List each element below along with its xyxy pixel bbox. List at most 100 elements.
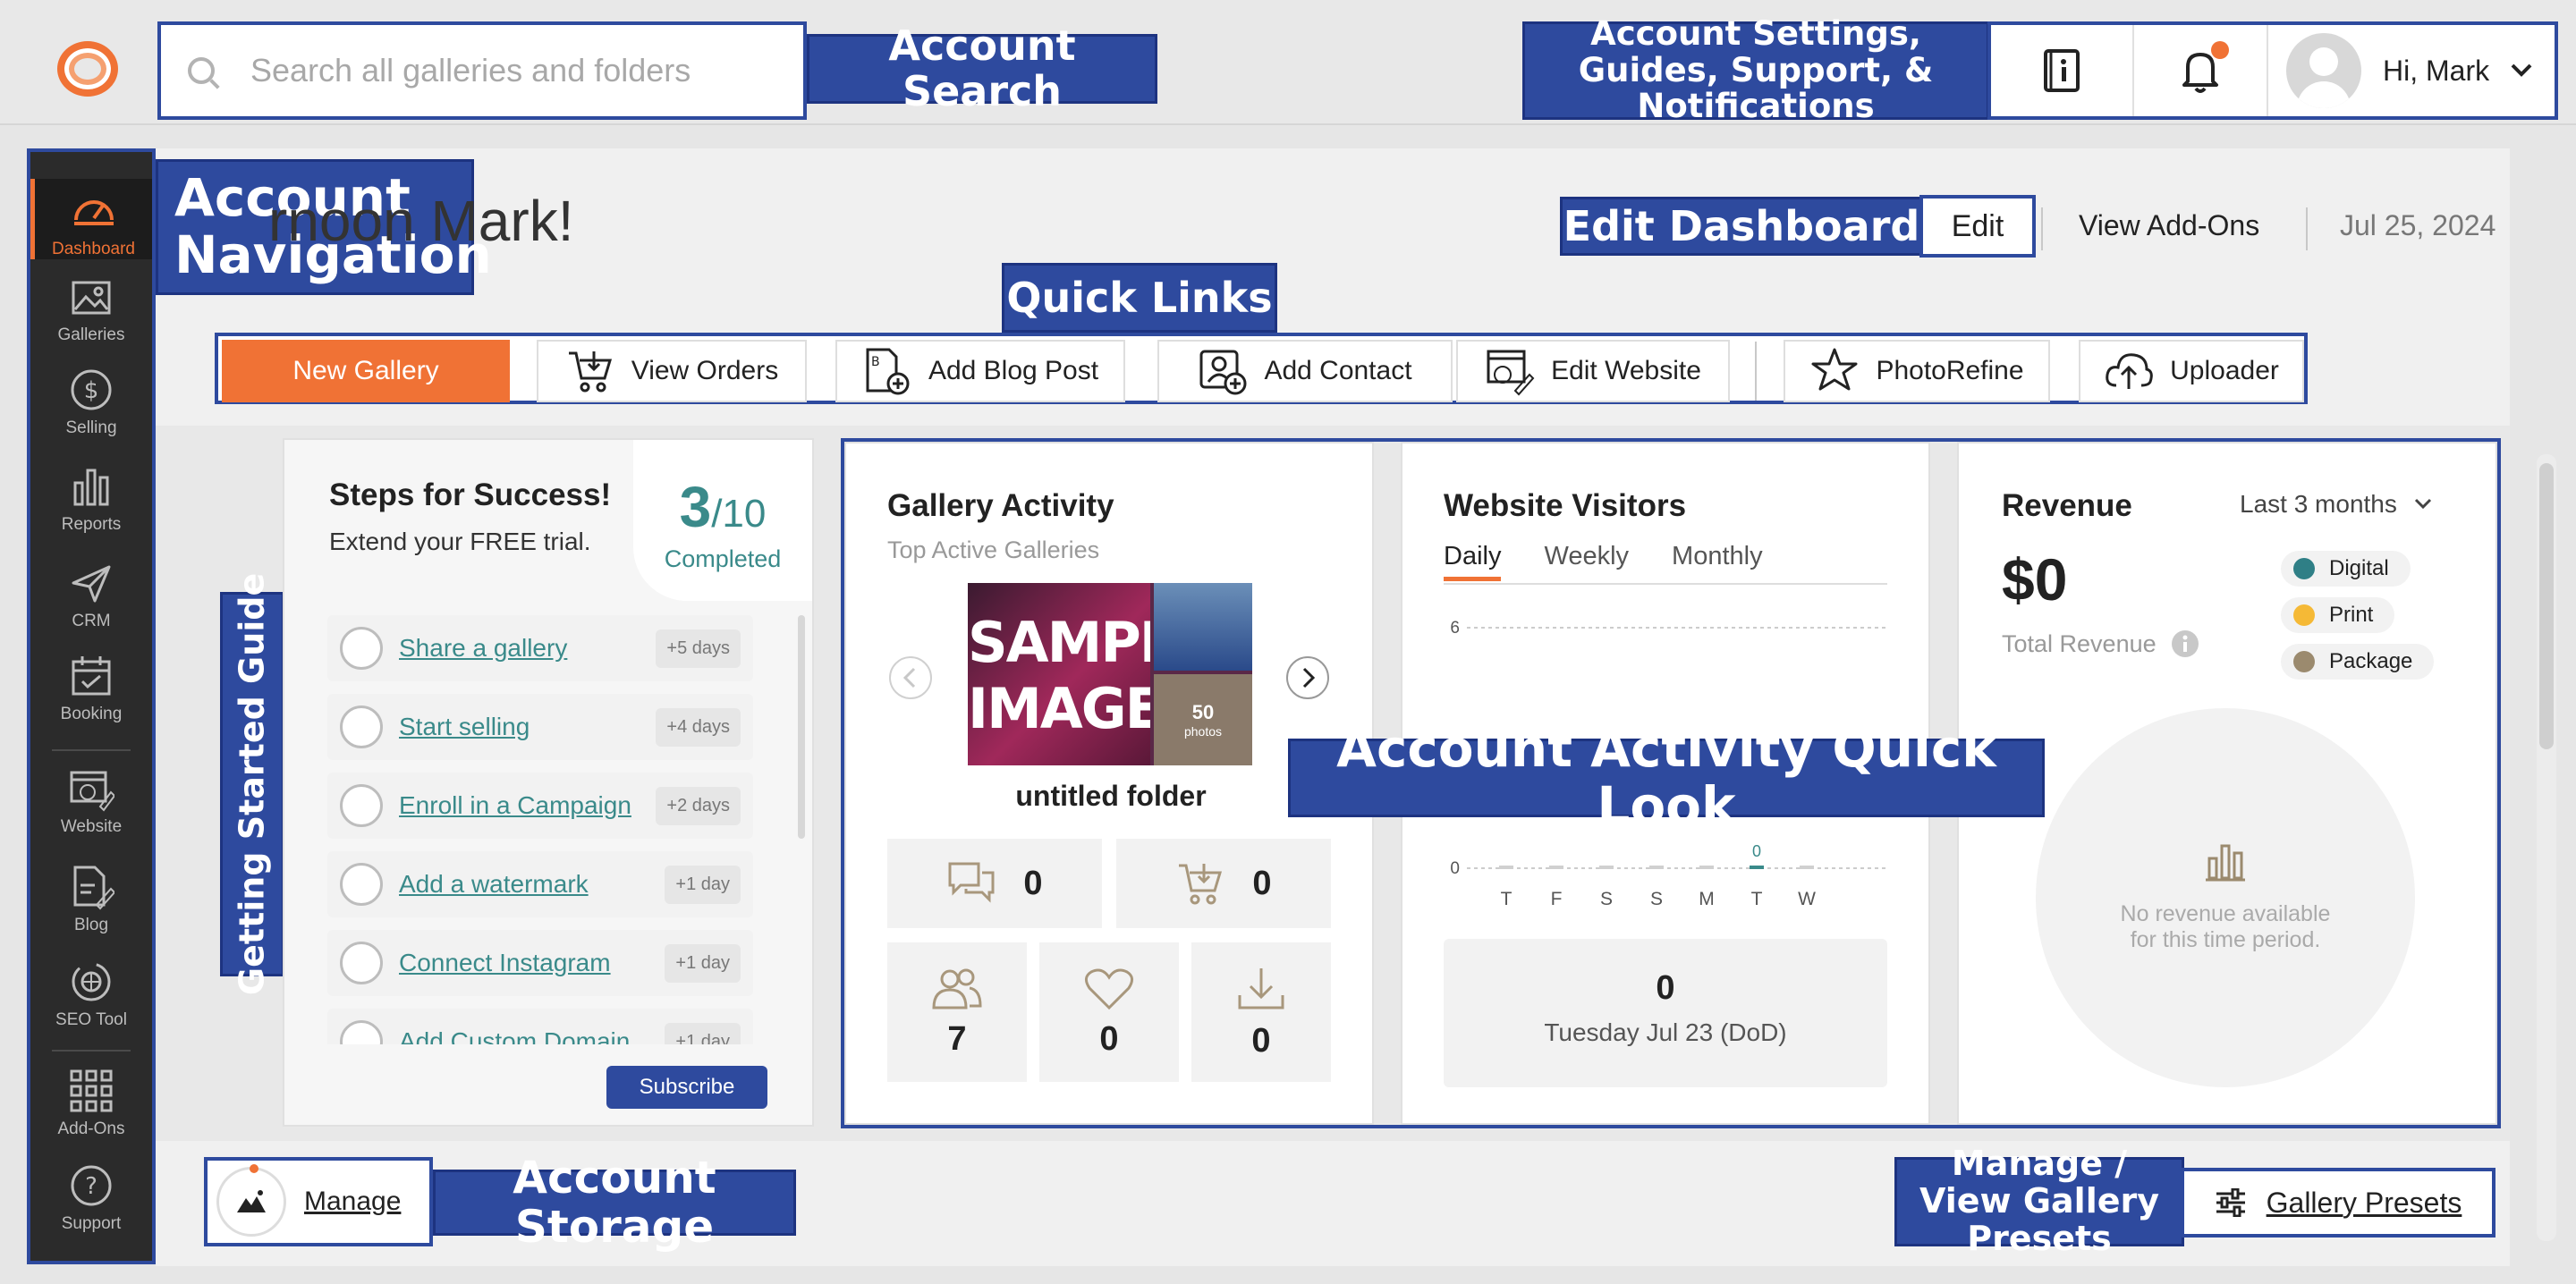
step-link[interactable]: Enroll in a Campaign xyxy=(399,791,656,820)
manage-storage-link[interactable]: Manage xyxy=(304,1187,401,1217)
gallery-thumbnail[interactable]: SAMPLE IMAGE 50 photos xyxy=(968,583,1252,765)
chevron-down-icon[interactable] xyxy=(2509,62,2534,80)
sidebar-item-dashboard[interactable]: Dashboard xyxy=(30,179,152,259)
step-link[interactable]: Start selling xyxy=(399,713,656,741)
grid-icon xyxy=(70,1069,113,1112)
sidebar-item-reports[interactable]: Reports xyxy=(30,463,152,535)
visitor-bar[interactable] xyxy=(1549,866,1563,869)
sidebar-item-support[interactable]: ? Support xyxy=(30,1162,152,1234)
callout-account-settings: Account Settings, Guides, Support, & Not… xyxy=(1522,15,1989,124)
tabs-underline xyxy=(1444,583,1887,585)
steps-total: /10 xyxy=(711,492,767,536)
tab-daily[interactable]: Daily xyxy=(1444,542,1502,581)
gallery-activity-subtitle: Top Active Galleries xyxy=(887,536,1100,563)
gallery-presets-button[interactable]: Gallery Presets xyxy=(2181,1168,2496,1238)
total-revenue-label: Total Revenue xyxy=(2002,629,2199,658)
edit-website-button[interactable]: Edit Website xyxy=(1456,340,1730,402)
divider xyxy=(2041,207,2043,250)
search-input[interactable] xyxy=(250,52,751,89)
divider xyxy=(1755,342,1757,401)
visitor-bar[interactable] xyxy=(1499,866,1513,869)
users-icon xyxy=(932,968,982,1009)
step-reward: +4 days xyxy=(656,707,741,747)
view-add-ons-link[interactable]: View Add-Ons xyxy=(2079,209,2259,242)
new-gallery-button[interactable]: New Gallery xyxy=(222,340,510,402)
notifications-button[interactable] xyxy=(2134,25,2268,116)
sample-image-label: SAMPLE xyxy=(968,615,1150,671)
step-item[interactable]: Enroll in a Campaign +2 days xyxy=(327,773,753,839)
add-blog-post-button[interactable]: B Add Blog Post xyxy=(835,340,1125,402)
step-item[interactable]: Add a watermark +1 day xyxy=(327,851,753,917)
logo[interactable] xyxy=(57,41,118,97)
photorefine-button[interactable]: PhotoRefine xyxy=(1784,340,2050,402)
x-tick-label: S xyxy=(1650,889,1663,909)
add-contact-button[interactable]: Add Contact xyxy=(1157,340,1453,402)
avatar[interactable] xyxy=(2286,33,2361,108)
legend-package: Package xyxy=(2281,644,2435,680)
visitor-bar[interactable] xyxy=(1649,866,1664,869)
x-tick-label: W xyxy=(1798,889,1816,909)
tab-monthly[interactable]: Monthly xyxy=(1672,542,1763,581)
sidebar-item-crm[interactable]: CRM xyxy=(30,560,152,631)
chevron-left-icon[interactable] xyxy=(887,655,934,701)
svg-text:$: $ xyxy=(84,377,99,404)
info-icon[interactable] xyxy=(2171,629,2199,658)
step-item[interactable]: Connect Instagram +1 day xyxy=(327,930,753,996)
sidebar-item-seo-tool[interactable]: SEO Tool xyxy=(30,959,152,1030)
revenue-range-select[interactable]: Last 3 months xyxy=(2240,490,2433,519)
summary-value: 0 xyxy=(1656,969,1675,1007)
step-reward: +1 day xyxy=(665,943,741,983)
sidebar-item-add-ons[interactable]: Add-Ons xyxy=(30,1068,152,1139)
step-item[interactable]: Add Custom Domain +1 day xyxy=(327,1009,753,1044)
step-reward: +2 days xyxy=(656,786,741,825)
visitor-bar[interactable] xyxy=(1599,866,1614,869)
step-checkbox[interactable] xyxy=(340,942,383,984)
heart-icon xyxy=(1085,968,1133,1009)
y-tick-max: 6 xyxy=(1450,619,1460,638)
step-checkbox[interactable] xyxy=(340,863,383,906)
steps-progress: 3/10 Completed xyxy=(633,440,812,601)
tab-weekly[interactable]: Weekly xyxy=(1544,542,1629,581)
subscribe-button[interactable]: Subscribe xyxy=(606,1066,767,1109)
step-link[interactable]: Connect Instagram xyxy=(399,949,665,977)
visitor-bar[interactable] xyxy=(1699,866,1714,869)
search-bar[interactable] xyxy=(157,21,807,120)
steps-scrollbar[interactable] xyxy=(798,615,805,839)
sidebar-item-booking[interactable]: Booking xyxy=(30,653,152,724)
step-checkbox[interactable] xyxy=(340,1020,383,1044)
sidebar-item-blog[interactable]: Blog xyxy=(30,864,152,935)
x-tick-label: S xyxy=(1600,889,1613,909)
bar-chart-icon xyxy=(73,469,109,506)
image-icon xyxy=(72,281,111,315)
user-greeting[interactable]: Hi, Mark xyxy=(2383,55,2489,88)
favorites-stat: 0 xyxy=(1039,942,1179,1082)
website-icon xyxy=(70,771,114,812)
view-orders-button[interactable]: View Orders xyxy=(537,340,807,402)
visitor-bar[interactable] xyxy=(1750,866,1764,869)
sidebar-divider xyxy=(52,1050,131,1052)
chevron-right-icon[interactable] xyxy=(1284,655,1331,701)
step-link[interactable]: Share a gallery xyxy=(399,634,656,663)
sidebar-item-galleries[interactable]: Galleries xyxy=(30,274,152,345)
storage-usage-marker xyxy=(250,1164,258,1173)
step-item[interactable]: Start selling +4 days xyxy=(327,694,753,760)
edit-dashboard-button[interactable]: Edit xyxy=(1919,195,2036,258)
page-scrollbar[interactable] xyxy=(2537,454,2556,1241)
divider xyxy=(2306,207,2308,250)
step-checkbox[interactable] xyxy=(340,627,383,670)
step-link[interactable]: Add Custom Domain xyxy=(399,1027,665,1044)
sidebar-item-website[interactable]: Website xyxy=(30,765,152,837)
sidebar-item-selling[interactable]: $ Selling xyxy=(30,367,152,438)
callout-quick-links: Quick Links xyxy=(1002,263,1277,333)
step-link[interactable]: Add a watermark xyxy=(399,870,665,899)
star-icon xyxy=(1811,348,1858,391)
website-visitors-title: Website Visitors xyxy=(1444,488,1687,523)
visitor-bar[interactable] xyxy=(1800,866,1814,869)
guides-button[interactable] xyxy=(1991,25,2134,116)
cart-icon xyxy=(568,351,612,393)
uploader-button[interactable]: Uploader xyxy=(2079,340,2304,402)
calendar-icon xyxy=(72,656,111,696)
step-checkbox[interactable] xyxy=(340,784,383,827)
step-checkbox[interactable] xyxy=(340,705,383,748)
step-item[interactable]: Share a gallery +5 days xyxy=(327,615,753,681)
